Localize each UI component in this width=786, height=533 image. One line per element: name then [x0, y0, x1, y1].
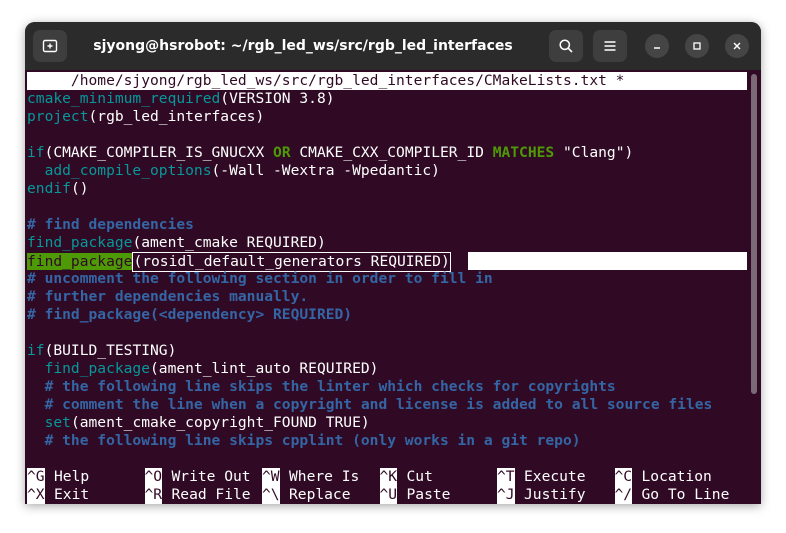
new-tab-button[interactable]: [33, 30, 67, 62]
maximize-icon: [693, 42, 701, 50]
close-icon: [733, 42, 741, 50]
shortcut-key: ^J: [497, 486, 515, 504]
shortcut-label: Read File: [171, 486, 251, 503]
code-token: (-Wall -Wextra -Wpedantic): [211, 162, 440, 179]
shortcut-label: Go To Line: [641, 486, 730, 503]
shortcut-label: Where Is: [289, 468, 360, 485]
shortcut-label: Cut: [406, 468, 433, 485]
code-token: if: [27, 144, 45, 161]
shortcut-label: Help: [54, 468, 90, 485]
code-line: # find_package(<dependency> REQUIRED): [27, 306, 352, 324]
code-token: find_package: [27, 253, 133, 270]
nano-file-path: /home/sjyong/rgb_led_ws/src/rgb_led_inte…: [27, 72, 625, 89]
selection-highlight: [468, 252, 747, 270]
shortcut-key: ^/: [614, 486, 633, 504]
close-button[interactable]: [725, 34, 749, 58]
search-icon: [559, 39, 573, 53]
code-token: (ament_cmake_copyright_FOUND TRUE): [70, 414, 370, 431]
code-token: OR: [273, 144, 291, 161]
code-line: endif(): [27, 180, 89, 198]
code-token: endif: [27, 180, 71, 197]
code-line: find_package(rosidl_default_generators R…: [27, 252, 451, 272]
hamburger-menu-icon: [604, 41, 616, 51]
code-token: find_package: [27, 234, 133, 251]
code-token: # find dependencies: [27, 216, 194, 233]
maximize-button[interactable]: [685, 34, 709, 58]
code-token: (VERSION 3.8): [220, 90, 335, 107]
code-line: # comment the line when a copyright and …: [27, 396, 713, 414]
code-token: (rgb_led_interfaces): [88, 108, 265, 125]
code-line: # the following line skips the linter wh…: [27, 378, 616, 396]
code-token: (): [70, 180, 89, 197]
code-token: MATCHES: [492, 144, 555, 161]
code-token: (ament_lint_auto REQUIRED): [150, 360, 379, 377]
code-token: # further dependencies manually.: [27, 288, 309, 305]
shortcut-key: ^K: [379, 468, 398, 486]
shortcut-key: ^O: [144, 468, 163, 486]
code-token: set: [27, 414, 71, 431]
shortcut-label: Justify: [524, 486, 586, 503]
shortcut-key: ^W: [262, 468, 280, 486]
code-token: (BUILD_TESTING): [44, 342, 177, 359]
new-tab-icon: [42, 39, 58, 53]
code-token: # find_package(<dependency> REQUIRED): [27, 306, 353, 323]
code-line: if(CMAKE_COMPILER_IS_GNUCXX OR CMAKE_CXX…: [27, 144, 633, 162]
shortcut-key: ^R: [144, 486, 163, 504]
shortcut-key: ^G: [27, 468, 45, 486]
code-line: # find dependencies: [27, 216, 194, 234]
shortcut-label: Write Out: [171, 468, 251, 485]
code-token: (ament_cmake REQUIRED): [132, 234, 326, 251]
code-token: # the following line skips cpplint (only…: [27, 432, 581, 449]
code-line: # further dependencies manually.: [27, 288, 308, 306]
code-token: (rosidl_default_generators REQUIRED): [132, 252, 451, 272]
shortcut-label: Replace: [289, 486, 351, 503]
menu-button[interactable]: [593, 30, 627, 62]
code-token: add_compile_options: [27, 162, 212, 179]
shortcut-key: ^C: [614, 468, 633, 486]
scrollbar[interactable]: [751, 74, 757, 394]
title-bar[interactable]: sjyong@hsrobot: ~/rgb_led_ws/src/rgb_led…: [25, 22, 761, 70]
code-token: cmake_minimum_required: [27, 90, 221, 107]
code-line: project(rgb_led_interfaces): [27, 108, 264, 126]
window-title: sjyong@hsrobot: ~/rgb_led_ws/src/rgb_led…: [93, 38, 513, 54]
code-token: # comment the line when a copyright and …: [27, 396, 713, 413]
terminal-window: sjyong@hsrobot: ~/rgb_led_ws/src/rgb_led…: [25, 22, 761, 504]
code-line: # uncomment the following section in ord…: [27, 270, 493, 288]
code-line: set(ament_cmake_copyright_FOUND TRUE): [27, 414, 370, 432]
minimize-button[interactable]: [645, 34, 669, 58]
code-token: project: [27, 108, 89, 125]
code-token: # the following line skips the linter wh…: [27, 378, 616, 395]
code-line: add_compile_options(-Wall -Wextra -Wpeda…: [27, 162, 440, 180]
code-line: cmake_minimum_required(VERSION 3.8): [27, 90, 335, 108]
code-token: "Clang"): [554, 144, 634, 161]
shortcut-key: ^X: [27, 486, 45, 504]
minimize-icon: [654, 47, 660, 49]
search-button[interactable]: [549, 30, 583, 62]
code-line: find_package(ament_cmake REQUIRED): [27, 234, 326, 252]
shortcut-label: Location: [641, 468, 712, 485]
shortcut-label: Exit: [54, 486, 90, 503]
code-token: # uncomment the following section in ord…: [27, 270, 493, 287]
code-token: if: [27, 342, 45, 359]
shortcut-key: ^T: [497, 468, 515, 486]
code-line: # the following line skips cpplint (only…: [27, 432, 581, 450]
code-token: find_package: [27, 360, 151, 377]
shortcut-label: Execute: [524, 468, 586, 485]
code-line: if(BUILD_TESTING): [27, 342, 176, 360]
shortcut-label: Paste: [406, 486, 451, 503]
code-line: find_package(ament_lint_auto REQUIRED): [27, 360, 379, 378]
terminal-area[interactable]: /home/sjyong/rgb_led_ws/src/rgb_led_inte…: [25, 70, 761, 504]
code-token: CMAKE_CXX_COMPILER_ID: [290, 144, 493, 161]
shortcut-key: ^\: [262, 486, 280, 504]
code-token: (CMAKE_COMPILER_IS_GNUCXX: [44, 144, 274, 161]
shortcut-key: ^U: [379, 486, 398, 504]
